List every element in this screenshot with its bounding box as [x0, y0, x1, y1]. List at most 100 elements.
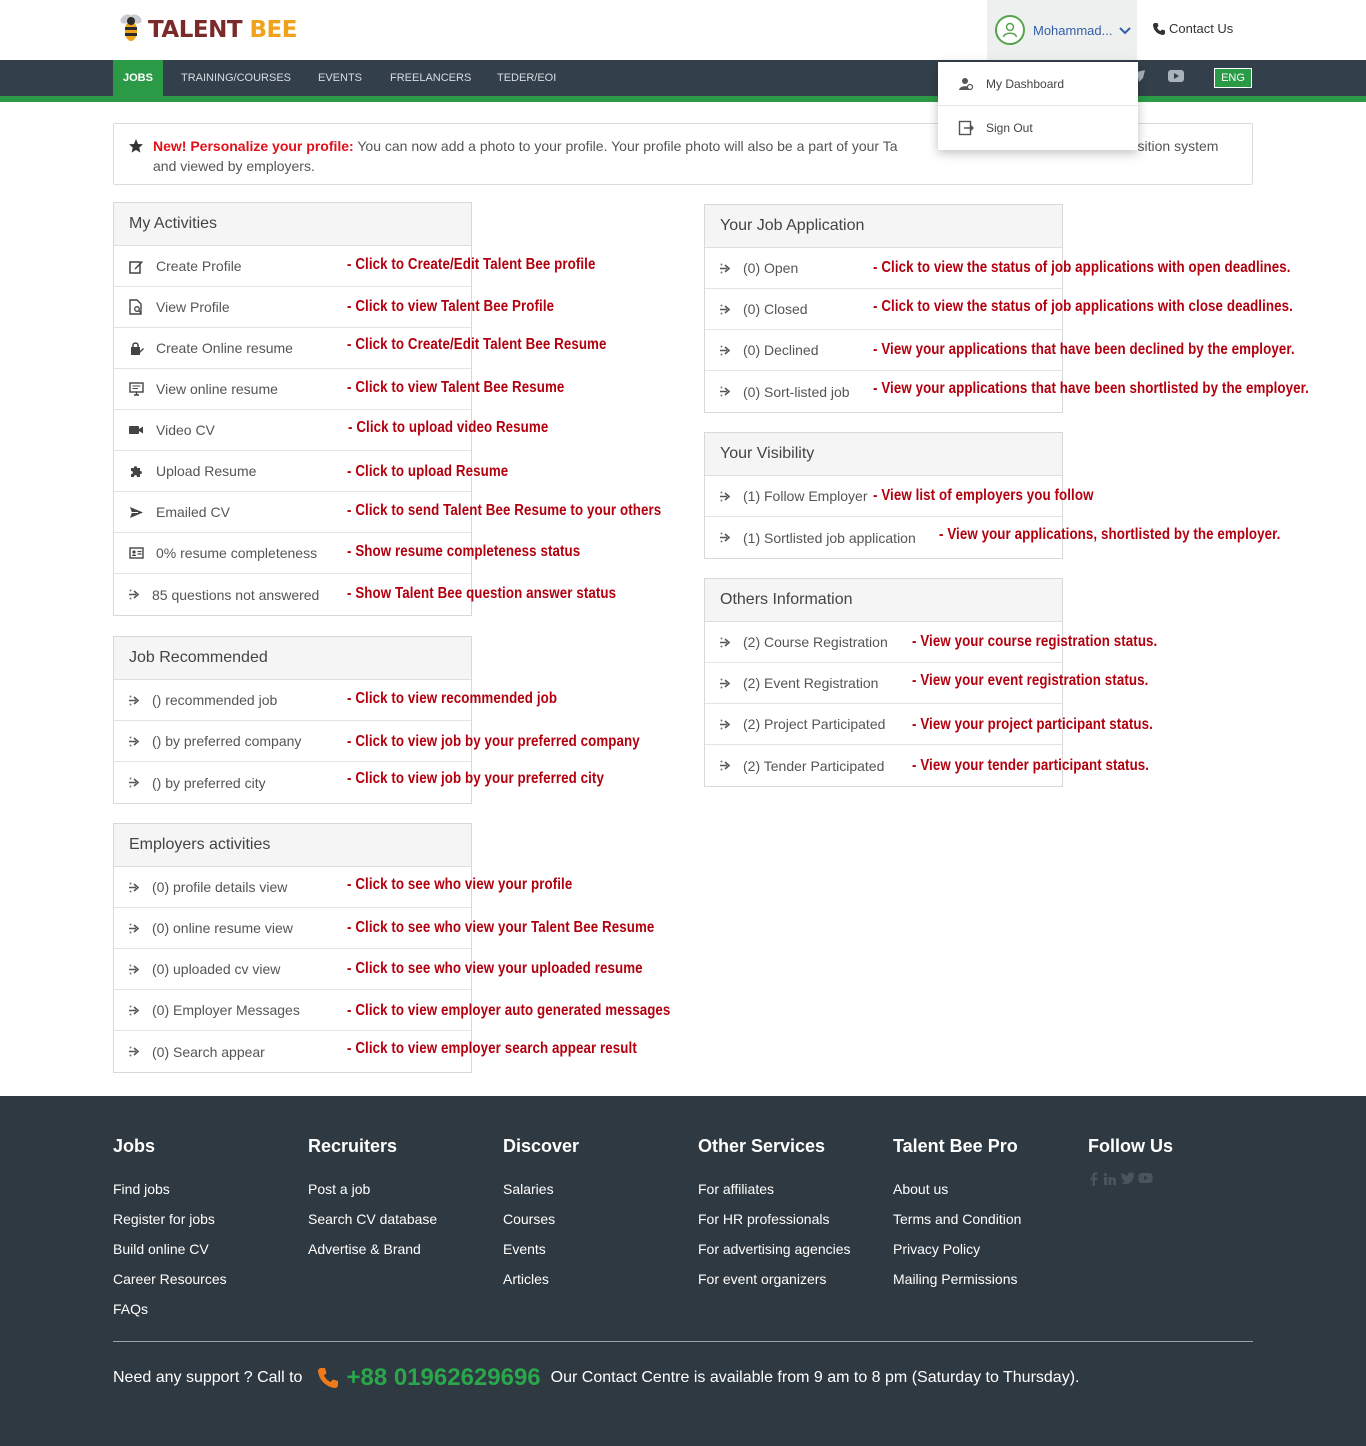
- footer-link[interactable]: FAQs: [113, 1299, 227, 1329]
- footer-link[interactable]: Register for jobs: [113, 1209, 227, 1239]
- footer-heading: Talent Bee Pro: [893, 1136, 1018, 1156]
- annotation: - View your course registration status.: [912, 633, 1158, 650]
- nav-jobs[interactable]: JOBS: [113, 60, 163, 96]
- row-label: (0) Search appear: [152, 1043, 265, 1060]
- footer-col-discover: Discover Salaries Courses Events Article…: [503, 1136, 579, 1299]
- nav-events[interactable]: EVENTS: [318, 60, 362, 96]
- annotation: - Click to view recommended job: [347, 690, 558, 707]
- support-suffix: Our Contact Centre is available from 9 a…: [550, 1369, 1080, 1386]
- talent-bee-logo[interactable]: TALENT BEE: [116, 10, 298, 50]
- arrow-icon: [719, 344, 733, 357]
- row-label: View Profile: [156, 299, 230, 315]
- row-label: (0) online resume view: [152, 920, 293, 936]
- arrow-icon: [128, 881, 142, 894]
- avatar: [995, 15, 1025, 45]
- facebook-icon[interactable]: [1088, 1172, 1100, 1186]
- annotation: - Click to view the status of job applic…: [873, 259, 1291, 276]
- row-label: () by preferred company: [152, 733, 302, 749]
- youtube-icon[interactable]: [1168, 69, 1184, 87]
- arrow-icon: [719, 490, 733, 503]
- footer-col-recruiters: Recruiters Post a job Search CV database…: [308, 1136, 437, 1269]
- arrow-icon: [128, 1004, 142, 1017]
- panel-title: My Activities: [114, 203, 471, 246]
- row-label: Video CV: [156, 422, 215, 438]
- footer-link[interactable]: Post a job: [308, 1179, 437, 1209]
- row-label: Emailed CV: [156, 504, 230, 520]
- nav-accent-line: [0, 96, 1366, 102]
- employers-activities-panel: Employers activities (0) profile details…: [113, 823, 472, 1073]
- footer-link[interactable]: Articles: [503, 1269, 579, 1299]
- footer-link[interactable]: For advertising agencies: [698, 1239, 851, 1269]
- arrow-icon: [128, 922, 142, 935]
- twitter-icon[interactable]: [1120, 1172, 1135, 1185]
- footer-link[interactable]: About us: [893, 1179, 1021, 1209]
- annotation: - Click to see who view your profile: [347, 876, 573, 893]
- footer-social-icons: [1088, 1172, 1153, 1186]
- user-menu-toggle[interactable]: Mohammad...: [987, 0, 1137, 60]
- support-prefix: Need any support ? Call to: [113, 1369, 303, 1386]
- nav-teder-eoi[interactable]: TEDER/EOI: [497, 60, 556, 96]
- language-switch[interactable]: ENG: [1214, 68, 1252, 88]
- footer-divider: [113, 1341, 1253, 1342]
- footer-heading: Recruiters: [308, 1136, 398, 1156]
- footer-link[interactable]: Courses: [503, 1209, 579, 1239]
- footer-link[interactable]: For HR professionals: [698, 1209, 851, 1239]
- send-icon: [128, 504, 144, 520]
- row-label: () by preferred city: [152, 774, 266, 791]
- twitter-icon[interactable]: [1137, 69, 1145, 87]
- annotation: - Click to view employer search appear r…: [347, 1040, 637, 1057]
- annotation: - Click to send Talent Bee Resume to you…: [347, 502, 662, 519]
- panel-title: Your Visibility: [705, 433, 1062, 476]
- panel-title: Others Information: [705, 579, 1062, 622]
- my-dashboard-label: My Dashboard: [986, 77, 1065, 91]
- footer-heading: Follow Us: [1088, 1136, 1173, 1156]
- row-label: (1) Sortlisted job application: [743, 529, 916, 546]
- footer-link[interactable]: Events: [503, 1239, 579, 1269]
- footer-link[interactable]: Privacy Policy: [893, 1239, 1021, 1269]
- puzzle-icon: [128, 463, 144, 479]
- row-label: (0) Open: [743, 260, 799, 276]
- annotation: - Click to view job by your preferred co…: [347, 733, 640, 750]
- footer-link[interactable]: Build online CV: [113, 1239, 227, 1269]
- panel-title: Your Job Application: [705, 205, 1062, 248]
- annotation: - Click to upload video Resume: [348, 419, 549, 436]
- footer-link[interactable]: Mailing Permissions: [893, 1269, 1021, 1299]
- resume-edit-icon: [128, 340, 144, 356]
- chevron-down-icon: [1119, 27, 1132, 35]
- footer-link[interactable]: Advertise & Brand: [308, 1239, 437, 1269]
- footer-link[interactable]: Find jobs: [113, 1179, 227, 1209]
- annotation: - Click to view employer auto generated …: [347, 1002, 671, 1019]
- footer-link[interactable]: Career Resources: [113, 1269, 227, 1299]
- notice-headline: New! Personalize your profile:: [153, 138, 354, 154]
- footer-link[interactable]: For event organizers: [698, 1269, 851, 1299]
- nav-freelancers[interactable]: FREELANCERS: [390, 60, 471, 96]
- sign-out-label: Sign Out: [986, 121, 1033, 135]
- contact-us-link[interactable]: Contact Us: [1152, 21, 1233, 36]
- panel-title: Job Recommended: [114, 637, 471, 680]
- annotation: - Show resume completeness status: [347, 543, 581, 560]
- annotation: - View your tender participant status.: [912, 757, 1150, 774]
- sign-out-icon: [958, 120, 974, 136]
- footer-link[interactable]: Salaries: [503, 1179, 579, 1209]
- footer-link[interactable]: For affiliates: [698, 1179, 851, 1209]
- contact-us-label: Contact Us: [1169, 21, 1234, 36]
- annotation: - Click to see who view your Talent Bee …: [347, 919, 655, 936]
- footer-link[interactable]: Terms and Condition: [893, 1209, 1021, 1239]
- row-label: Upload Resume: [156, 463, 257, 479]
- support-phone-number[interactable]: +88 01962629696: [346, 1364, 540, 1392]
- row-label: 0% resume completeness: [156, 545, 318, 561]
- footer-link[interactable]: Search CV database: [308, 1209, 437, 1239]
- sign-out-menu-item[interactable]: Sign Out: [938, 106, 1138, 150]
- arrow-icon: [719, 262, 733, 275]
- user-icon: [1002, 22, 1018, 38]
- arrow-icon: [719, 385, 733, 398]
- annotation: - View your applications, shortlisted by…: [939, 526, 1281, 543]
- row-label: (0) Sort-listed job: [743, 383, 850, 400]
- linkedin-icon[interactable]: [1103, 1172, 1117, 1186]
- youtube-icon[interactable]: [1138, 1172, 1153, 1184]
- my-dashboard-menu-item[interactable]: My Dashboard: [938, 62, 1138, 106]
- nav-training-courses[interactable]: TRAINING/COURSES: [181, 60, 291, 96]
- bee-icon: [116, 11, 146, 49]
- annotation: - View list of employers you follow: [873, 487, 1094, 504]
- arrow-icon: [719, 677, 733, 690]
